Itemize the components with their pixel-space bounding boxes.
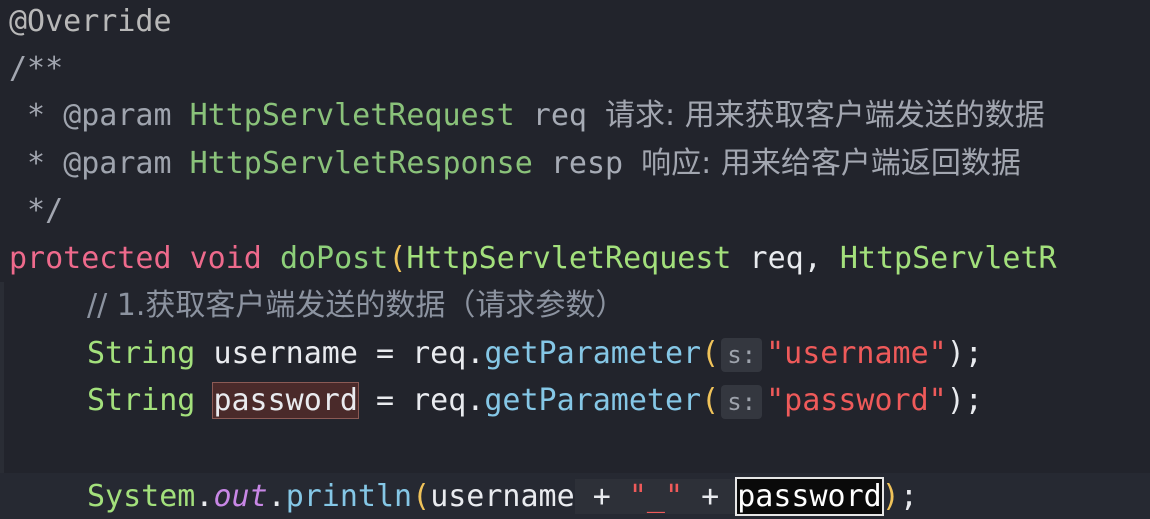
arg-username: username: [430, 479, 575, 514]
selected-password-arg[interactable]: password: [735, 477, 884, 516]
assign-op: =: [376, 336, 395, 371]
string-literal: "password": [766, 383, 947, 418]
method-name: doPost: [279, 241, 389, 276]
highlighted-var-name[interactable]: password: [212, 382, 359, 419]
doc-param-type: HttpServletResponse: [189, 146, 533, 181]
modifier-keyword: protected: [9, 241, 172, 276]
code-line-override[interactable]: @Override: [0, 0, 1150, 45]
object-name: req: [412, 336, 467, 371]
code-line-doc-open[interactable]: /**: [0, 45, 1150, 92]
class-name: System: [87, 479, 196, 514]
open-paren: (: [388, 241, 407, 276]
doc-param-type: HttpServletRequest: [189, 98, 515, 133]
param-name-hint: s:: [721, 337, 763, 372]
dot: .: [267, 479, 286, 514]
line-comment: // 1.获取客户端发送的数据（请求参数）: [87, 288, 626, 323]
doc-param-desc: 响应: 用来给客户端返回数据: [641, 146, 1021, 181]
plus-op: +: [592, 479, 611, 514]
doc-comment-close: */: [9, 193, 64, 228]
assign-op: =: [376, 383, 395, 418]
string-literal: "username": [766, 336, 947, 371]
doc-star: *: [9, 146, 64, 181]
close-paren-semicolon: );: [946, 383, 983, 418]
code-line-println[interactable]: System.out.println(username + "_" + pass…: [0, 473, 1150, 519]
method-call: getParameter: [484, 336, 702, 371]
method-call: getParameter: [484, 383, 702, 418]
var-type: String: [87, 383, 196, 418]
var-type: String: [87, 336, 196, 371]
code-line-password[interactable]: String password = req.getParameter(s: "pa…: [0, 377, 1150, 424]
code-line-empty[interactable]: [0, 425, 1150, 472]
close-paren-semicolon: );: [946, 336, 983, 371]
dot: .: [466, 383, 485, 418]
plus-op: +: [701, 479, 720, 514]
static-field: out: [213, 479, 268, 514]
code-line-doc-param-req[interactable]: * @param HttpServletRequest req 请求: 用来获取…: [0, 92, 1150, 139]
doc-param-name: req: [532, 98, 587, 133]
doc-star: *: [9, 98, 64, 133]
doc-param-tag: @param: [63, 98, 172, 133]
semicolon: ;: [899, 479, 918, 514]
code-line-signature[interactable]: protected void doPost(HttpServletRequest…: [0, 235, 1150, 282]
doc-comment-open: /**: [9, 45, 63, 92]
code-line-doc-param-resp[interactable]: * @param HttpServletResponse resp 响应: 用来…: [0, 140, 1150, 187]
doc-param-tag: @param: [63, 146, 172, 181]
override-annotation: @Override: [9, 4, 172, 39]
code-editor[interactable]: @Override /** * @param HttpServletReques…: [0, 0, 1150, 519]
doc-param-name: resp: [550, 146, 624, 181]
method-call: println: [285, 479, 413, 514]
open-paren: (: [412, 479, 431, 514]
param-name-hint: s:: [721, 384, 763, 419]
string-literal: "_": [628, 479, 684, 514]
param-type: HttpServletR: [839, 241, 1057, 276]
code-line-username[interactable]: String username = req.getParameter(s: "us…: [0, 330, 1150, 377]
object-name: req: [412, 383, 467, 418]
comma: ,: [803, 241, 822, 276]
dot: .: [195, 479, 214, 514]
param-name: req: [749, 241, 804, 276]
doc-param-desc: 请求: 用来获取客户端发送的数据: [605, 98, 1045, 133]
dot: .: [466, 336, 485, 371]
open-paren: (: [701, 336, 720, 371]
code-line-comment[interactable]: // 1.获取客户端发送的数据（请求参数）: [0, 282, 1150, 329]
return-type-keyword: void: [189, 241, 262, 276]
var-name: username: [213, 336, 358, 371]
close-paren: ): [881, 479, 900, 514]
code-line-doc-close[interactable]: */: [0, 187, 1150, 234]
param-type: HttpServletRequest: [406, 241, 732, 276]
open-paren: (: [701, 383, 720, 418]
